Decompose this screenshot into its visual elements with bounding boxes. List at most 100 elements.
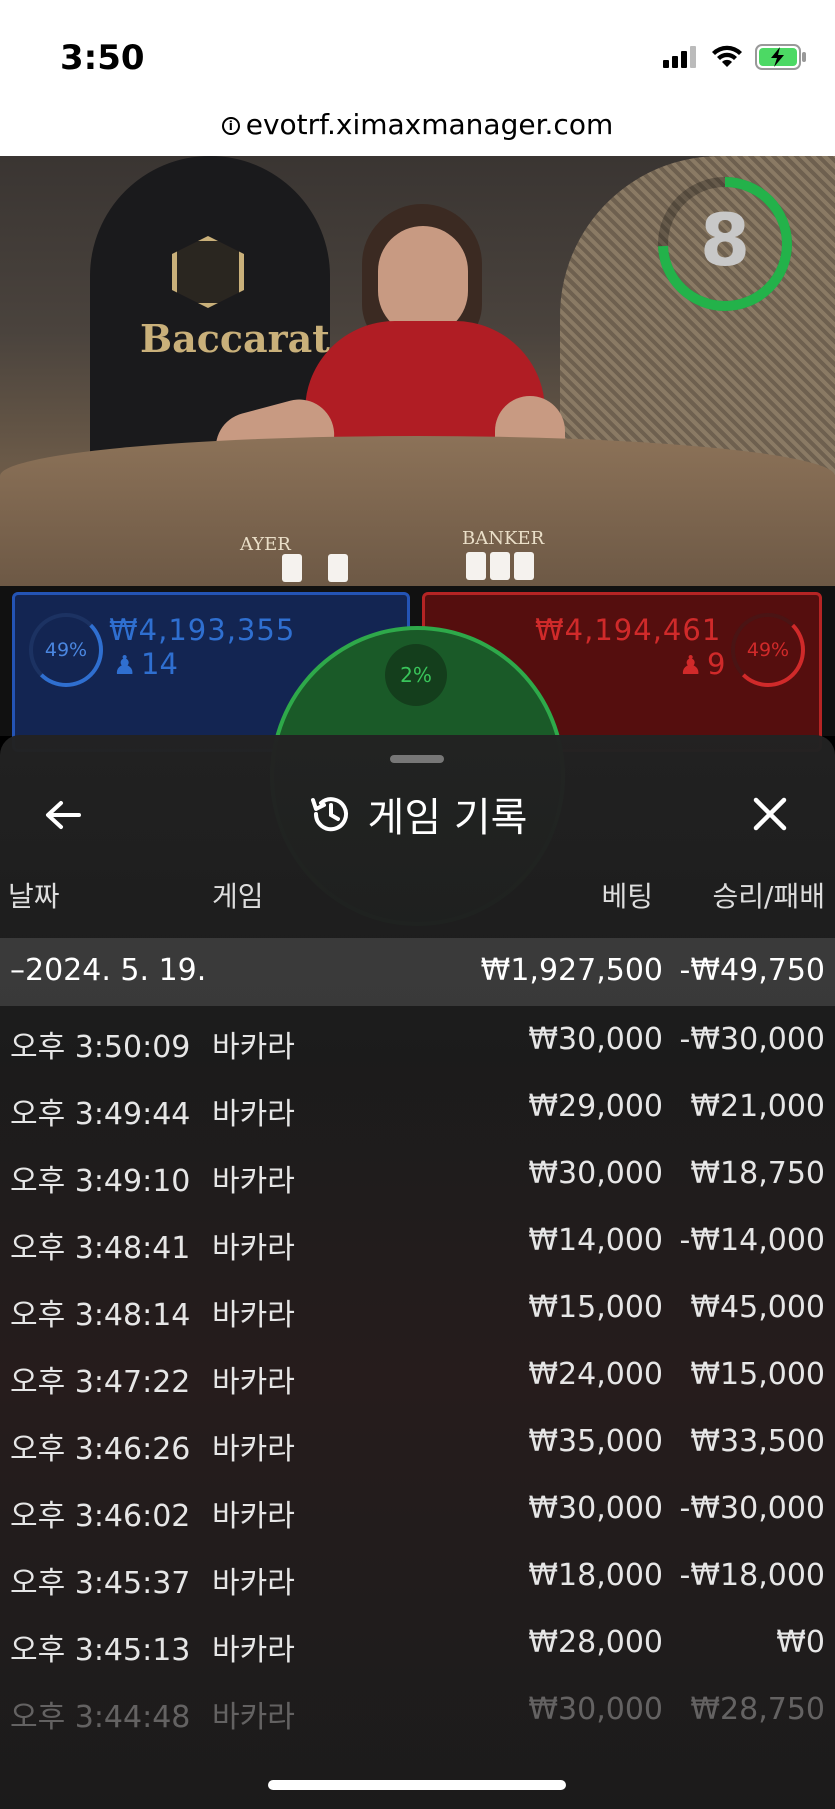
player-bettor-count: 14 [141,647,178,681]
record-result: ₩18,750 [690,1156,825,1191]
column-headers: 날짜 게임 베팅 승리/패배 [0,863,835,927]
game-record-row[interactable]: 오후 3:45:37 바카라 ₩18,000 -₩18,000 [0,1544,835,1611]
game-history-panel: 게임 기록 날짜 게임 베팅 승리/패배 –2024. 5. 19. ₩1,92… [0,735,835,1809]
banker-bettor-count: 9 [707,647,726,681]
summary-bet-total: ₩1,927,500 [480,953,663,988]
game-record-row[interactable]: 오후 3:46:02 바카라 ₩30,000 -₩30,000 [0,1477,835,1544]
baccarat-table [0,436,835,596]
record-game: 바카라 [212,1432,295,1467]
record-time: 오후 3:47:22 [10,1365,191,1400]
record-game: 바카라 [212,1231,295,1266]
record-time: 오후 3:50:09 [10,1030,191,1065]
player-percent: 49% [29,613,103,687]
record-time: 오후 3:49:10 [10,1164,191,1199]
record-result: ₩28,750 [690,1692,825,1727]
betting-area: 49% ₩4,193,355 ♟ 14 ₩4,194,461 ♟ 9 49% 2… [0,586,835,926]
player-bet-amount: ₩4,193,355 [109,613,296,647]
record-result: -₩30,000 [679,1491,825,1526]
game-record-row[interactable]: 오후 3:45:13 바카라 ₩28,000 ₩0 [0,1611,835,1678]
game-record-row[interactable]: 오후 3:50:09 바카라 ₩30,000 -₩30,000 [0,1008,835,1075]
record-game: 바카라 [212,1566,295,1601]
record-time: 오후 3:48:41 [10,1231,191,1266]
record-result: -₩18,000 [679,1558,825,1593]
banker-percent: 49% [731,613,805,687]
panel-title-wrap: 게임 기록 [0,785,835,843]
url-bar[interactable]: i evotrf.ximaxmanager.com [0,100,835,156]
record-bet: ₩30,000 [528,1692,663,1727]
record-game: 바카라 [212,1298,295,1333]
record-game: 바카라 [212,1633,295,1668]
column-header-result: 승리/패배 [712,880,825,913]
panel-header: 게임 기록 [0,775,835,855]
record-game: 바카라 [212,1365,295,1400]
record-time: 오후 3:46:26 [10,1432,191,1467]
home-indicator[interactable] [268,1780,566,1790]
record-time: 오후 3:45:13 [10,1633,191,1668]
record-result: ₩45,000 [690,1290,825,1325]
record-time: 오후 3:45:37 [10,1566,191,1601]
column-header-date: 날짜 [8,880,60,913]
record-time: 오후 3:46:02 [10,1499,191,1534]
date-summary-row[interactable]: –2024. 5. 19. ₩1,927,500 -₩49,750 [0,938,835,1006]
game-record-row[interactable]: 오후 3:49:44 바카라 ₩29,000 ₩21,000 [0,1075,835,1142]
record-result: -₩30,000 [679,1022,825,1057]
status-bar: 3:50 [0,0,835,100]
summary-date: –2024. 5. 19. [10,953,207,988]
tie-percent: 2% [385,644,447,706]
info-icon[interactable]: i [221,117,240,135]
status-icons [663,44,807,70]
user-icon: ♟ [679,651,703,681]
game-record-row[interactable]: 오후 3:49:10 바카라 ₩30,000 ₩18,750 [0,1142,835,1209]
record-bet: ₩30,000 [528,1156,663,1191]
panel-title: 게임 기록 [367,795,528,841]
live-video: Baccarat AYER BANKER 8 [0,156,835,596]
playing-card [514,552,534,580]
playing-card [282,554,302,582]
summary-result-total: -₩49,750 [679,953,825,988]
close-button[interactable] [745,789,795,839]
record-game: 바카라 [212,1700,295,1735]
record-time: 오후 3:44:48 [10,1700,191,1735]
record-result: ₩0 [776,1625,825,1660]
banker-table-label: BANKER [462,528,545,549]
record-result: -₩14,000 [679,1223,825,1258]
banker-bet-amount: ₩4,194,461 [535,613,722,647]
history-icon [310,797,348,832]
game-record-list: 오후 3:50:09 바카라 ₩30,000 -₩30,000 오후 3:49:… [0,1008,835,1745]
column-header-game: 게임 [212,880,264,913]
status-time: 3:50 [60,38,145,78]
game-record-row[interactable]: 오후 3:46:26 바카라 ₩35,000 ₩33,500 [0,1410,835,1477]
signal-icon [663,46,696,68]
battery-charging-icon [755,44,806,70]
close-icon [753,797,787,831]
drag-handle[interactable] [390,755,444,763]
playing-card [328,554,348,582]
record-result: ₩33,500 [690,1424,825,1459]
column-header-bet: 베팅 [601,880,653,913]
record-bet: ₩15,000 [528,1290,663,1325]
baccarat-logo-text: Baccarat [140,316,330,361]
record-result: ₩21,000 [690,1089,825,1124]
countdown-timer-value: 8 [699,198,751,282]
record-game: 바카라 [212,1030,295,1065]
record-time: 오후 3:48:14 [10,1298,191,1333]
game-record-row[interactable]: 오후 3:44:48 바카라 ₩30,000 ₩28,750 [0,1678,835,1745]
wifi-icon [712,45,742,67]
record-bet: ₩35,000 [528,1424,663,1459]
game-record-row[interactable]: 오후 3:47:22 바카라 ₩24,000 ₩15,000 [0,1343,835,1410]
record-bet: ₩28,000 [528,1625,663,1660]
record-time: 오후 3:49:44 [10,1097,191,1132]
record-game: 바카라 [212,1097,295,1132]
record-result: ₩15,000 [690,1357,825,1392]
playing-card [490,552,510,580]
dealer-face [378,226,468,336]
game-record-row[interactable]: 오후 3:48:41 바카라 ₩14,000 -₩14,000 [0,1209,835,1276]
record-bet: ₩24,000 [528,1357,663,1392]
url-text: evotrf.ximaxmanager.com [245,108,614,141]
record-bet: ₩30,000 [528,1022,663,1057]
user-icon: ♟ [113,651,137,681]
record-game: 바카라 [212,1499,295,1534]
record-bet: ₩14,000 [528,1223,663,1258]
game-record-row[interactable]: 오후 3:48:14 바카라 ₩15,000 ₩45,000 [0,1276,835,1343]
player-table-label: AYER [240,534,291,555]
